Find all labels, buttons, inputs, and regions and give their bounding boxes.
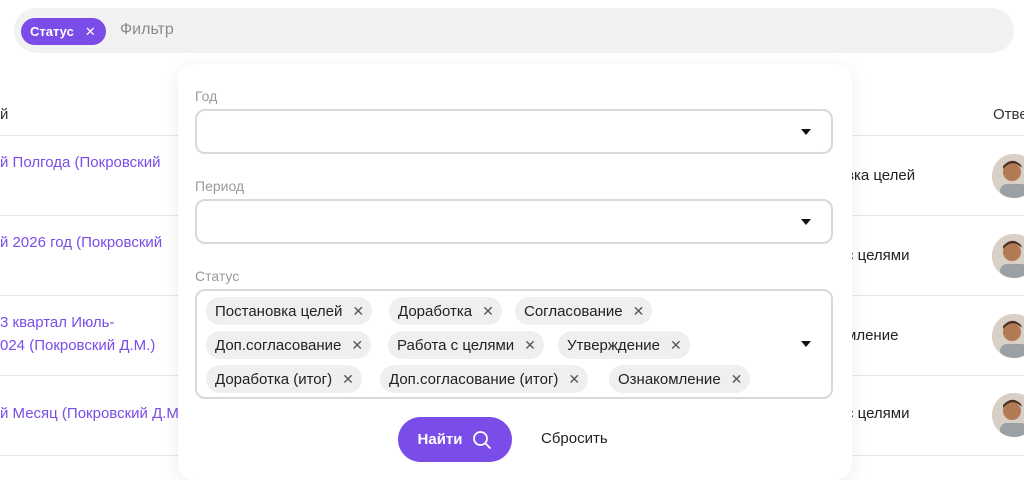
status-chip-label: Доработка [398,302,473,320]
period-label: Период [195,178,245,194]
dropdown-caret-icon[interactable] [801,219,811,225]
close-icon[interactable]: ✕ [731,371,743,388]
status-filter-chip[interactable]: Статус ✕ [21,18,106,45]
status-chip-label: Согласование [524,302,623,320]
status-chip-label: Ознакомление [618,370,721,388]
dropdown-caret-icon[interactable] [801,341,811,347]
close-icon[interactable]: ✕ [524,337,536,354]
close-icon[interactable]: ✕ [352,303,364,320]
status-chip: Доработка ✕ [389,297,502,325]
table-row-link[interactable]: й 2026 год (Покровский [0,232,162,254]
status-chip-label: Утверждение [567,336,661,354]
find-button-label: Найти [417,431,463,448]
table-row-link[interactable]: 024 (Покровский Д.М.) [0,335,155,357]
filter-placeholder[interactable]: Фильтр [120,21,174,39]
close-icon[interactable]: ✕ [670,337,682,354]
avatar [992,393,1024,437]
table-row-stage: мление [846,327,899,344]
avatar [992,154,1024,198]
filter-popup: Год Период Статус Постановка целей ✕ Дора… [178,64,852,480]
status-label: Статус [195,268,240,284]
avatar [992,314,1024,358]
close-icon[interactable]: ✕ [568,371,580,388]
close-icon[interactable]: ✕ [482,303,494,320]
status-chip: Доп.согласование ✕ [206,331,372,359]
table-row-stage: с целями [846,405,910,422]
table-row-link[interactable]: й Месяц (Покровский Д.М [0,403,179,425]
status-chip: Утверждение ✕ [558,331,690,359]
status-chip-label: Доработка (итог) [215,370,333,388]
close-icon[interactable]: ✕ [85,24,96,40]
status-chip-label: Доп.согласование [215,336,342,354]
year-select[interactable] [195,109,833,154]
table-row-link[interactable]: 3 квартал Июль- [0,312,114,334]
table-row-link[interactable]: й Полгода (Покровский [0,152,161,174]
close-icon[interactable]: ✕ [633,303,645,320]
table-row-stage: с целями [846,247,910,264]
status-chip-label: Работа с целями [397,336,515,354]
filter-input-box[interactable]: Статус ✕ Фильтр [14,8,1014,53]
status-chip-label: Доп.согласование (итог) [389,370,559,388]
column-header-name: й [0,106,9,123]
status-chip: Постановка целей ✕ [206,297,373,325]
status-chip: Работа с целями ✕ [388,331,544,359]
status-chip: Согласование ✕ [515,297,653,325]
status-chip: Доработка (итог) ✕ [206,365,362,393]
dropdown-caret-icon[interactable] [801,129,811,135]
year-label: Год [195,88,218,104]
search-icon [473,430,492,449]
table-row-stage: вка целей [846,167,916,184]
status-multiselect[interactable]: Постановка целей ✕ Доработка ✕ Согласовани… [195,289,833,399]
status-filter-chip-label: Статус [30,24,74,39]
column-header-responsible: Отве [993,106,1024,123]
find-button[interactable]: Найти [398,417,512,462]
top-filter-bar: Статус ✕ Фильтр [0,0,1024,74]
status-chip-label: Постановка целей [215,302,343,320]
avatar [992,234,1024,278]
period-select[interactable] [195,199,833,244]
close-icon[interactable]: ✕ [351,337,363,354]
close-icon[interactable]: ✕ [342,371,354,388]
status-chip: Доп.согласование (итог) ✕ [380,365,589,393]
status-chip: Ознакомление ✕ [609,365,751,393]
reset-button[interactable]: Сбросить [541,430,608,447]
